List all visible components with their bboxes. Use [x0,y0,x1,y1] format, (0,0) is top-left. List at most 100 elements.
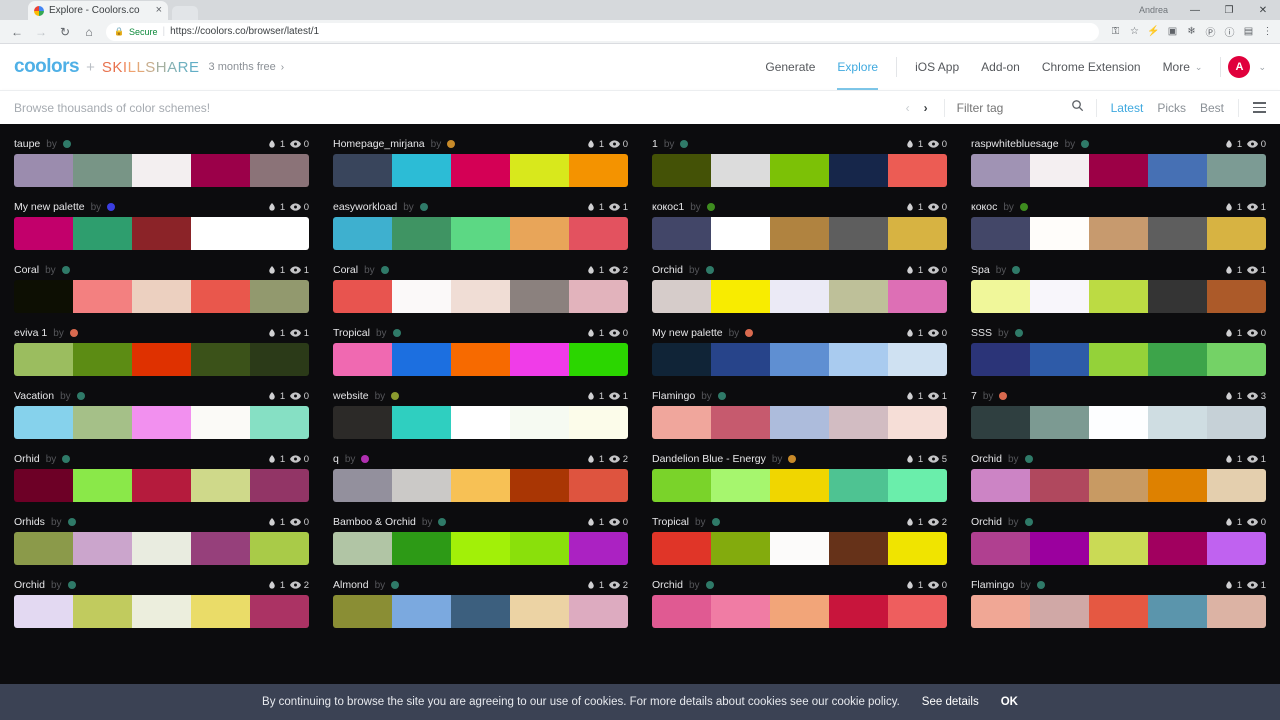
author-avatar-icon[interactable] [1081,140,1090,148]
color-swatch[interactable] [333,217,392,250]
color-swatch[interactable] [14,532,73,565]
palette-title[interactable]: easyworkload [333,201,397,213]
color-swatch[interactable] [569,532,628,565]
palette-title[interactable]: website [333,390,369,402]
color-swatch[interactable] [652,469,711,502]
author-avatar-icon[interactable] [705,581,714,589]
like-stat[interactable]: 1 [586,139,604,150]
view-stat[interactable]: 2 [609,265,628,276]
color-swatch[interactable] [132,469,191,502]
view-stat[interactable]: 0 [290,454,309,465]
palette-card[interactable]: Spa by 1 1 [971,260,1266,313]
color-swatch[interactable] [1207,217,1266,250]
palette-swatches[interactable] [971,280,1266,313]
color-swatch[interactable] [711,217,770,250]
palette-swatches[interactable] [971,532,1266,565]
palette-title[interactable]: Bamboo & Orchid [333,516,416,528]
palette-title[interactable]: My new palette [14,201,85,213]
palette-title[interactable]: Almond [333,579,369,591]
palette-title[interactable]: кокос [971,201,997,213]
palette-card[interactable]: Tropical by 1 0 [333,323,628,376]
color-swatch[interactable] [829,280,888,313]
view-stat[interactable]: 1 [609,202,628,213]
color-swatch[interactable] [191,280,250,313]
minimize-icon[interactable]: — [1178,0,1212,20]
color-swatch[interactable] [73,532,132,565]
view-stat[interactable]: 2 [290,580,309,591]
color-swatch[interactable] [1207,280,1266,313]
palette-card[interactable]: Homepage_mirjana by 1 0 [333,134,628,187]
sort-best[interactable]: Best [1200,101,1224,115]
sort-picks[interactable]: Picks [1157,101,1186,115]
pager-next-icon[interactable]: › [924,101,928,115]
color-swatch[interactable] [191,217,250,250]
nav-chrome-extension[interactable]: Chrome Extension [1031,44,1152,90]
palette-title[interactable]: SSS [971,327,992,339]
color-swatch[interactable] [451,595,510,628]
palette-card[interactable]: Coral by 1 2 [333,260,628,313]
author-avatar-icon[interactable] [107,203,116,211]
like-stat[interactable]: 1 [267,202,285,213]
color-swatch[interactable] [1030,154,1089,187]
palette-title[interactable]: кокос1 [652,201,684,213]
palette-card[interactable]: Orchid by 1 1 [971,449,1266,502]
view-stat[interactable]: 0 [928,328,947,339]
color-swatch[interactable] [333,532,392,565]
like-stat[interactable]: 1 [1224,139,1242,150]
author-avatar-icon[interactable] [392,329,401,337]
palette-swatches[interactable] [971,469,1266,502]
color-swatch[interactable] [392,343,451,376]
color-swatch[interactable] [888,280,947,313]
view-stat[interactable]: 0 [609,139,628,150]
color-swatch[interactable] [510,595,569,628]
color-swatch[interactable] [1030,532,1089,565]
author-avatar-icon[interactable] [67,581,76,589]
palette-swatches[interactable] [333,595,628,628]
palette-swatches[interactable] [333,532,628,565]
color-swatch[interactable] [14,154,73,187]
cookie-ok-button[interactable]: OK [1001,696,1018,708]
like-stat[interactable]: 1 [1224,517,1242,528]
color-swatch[interactable] [132,595,191,628]
color-swatch[interactable] [829,532,888,565]
color-swatch[interactable] [888,406,947,439]
color-swatch[interactable] [73,217,132,250]
author-avatar-icon[interactable] [76,392,85,400]
palette-title[interactable]: Coral [333,264,358,276]
color-swatch[interactable] [333,154,392,187]
author-avatar-icon[interactable] [447,140,456,148]
color-swatch[interactable] [132,406,191,439]
palette-swatches[interactable] [333,469,628,502]
palette-swatches[interactable] [652,469,947,502]
color-swatch[interactable] [711,532,770,565]
color-swatch[interactable] [510,343,569,376]
palette-card[interactable]: 1 by 1 0 [652,134,947,187]
color-swatch[interactable] [770,154,829,187]
palette-title[interactable]: Tropical [333,327,370,339]
like-stat[interactable]: 1 [586,517,604,528]
like-stat[interactable]: 1 [1224,580,1242,591]
view-stat[interactable]: 0 [1247,328,1266,339]
view-stat[interactable]: 0 [928,139,947,150]
color-swatch[interactable] [250,217,309,250]
view-stat[interactable]: 1 [928,391,947,402]
color-swatch[interactable] [333,280,392,313]
color-swatch[interactable] [333,595,392,628]
color-swatch[interactable] [1089,154,1148,187]
palette-swatches[interactable] [971,343,1266,376]
like-stat[interactable]: 1 [1224,391,1242,402]
palette-title[interactable]: Dandelion Blue - Energy [652,453,766,465]
color-swatch[interactable] [392,595,451,628]
color-swatch[interactable] [1089,280,1148,313]
color-swatch[interactable] [451,280,510,313]
color-swatch[interactable] [1030,280,1089,313]
pocket-icon[interactable]: ▣ [1166,25,1179,38]
author-avatar-icon[interactable] [717,392,726,400]
palette-card[interactable]: q by 1 2 [333,449,628,502]
like-stat[interactable]: 1 [905,454,923,465]
palette-title[interactable]: Orhids [14,516,45,528]
color-swatch[interactable] [1207,469,1266,502]
author-avatar-icon[interactable] [1024,455,1033,463]
palette-card[interactable]: eviva 1 by 1 1 [14,323,309,376]
color-swatch[interactable] [73,343,132,376]
